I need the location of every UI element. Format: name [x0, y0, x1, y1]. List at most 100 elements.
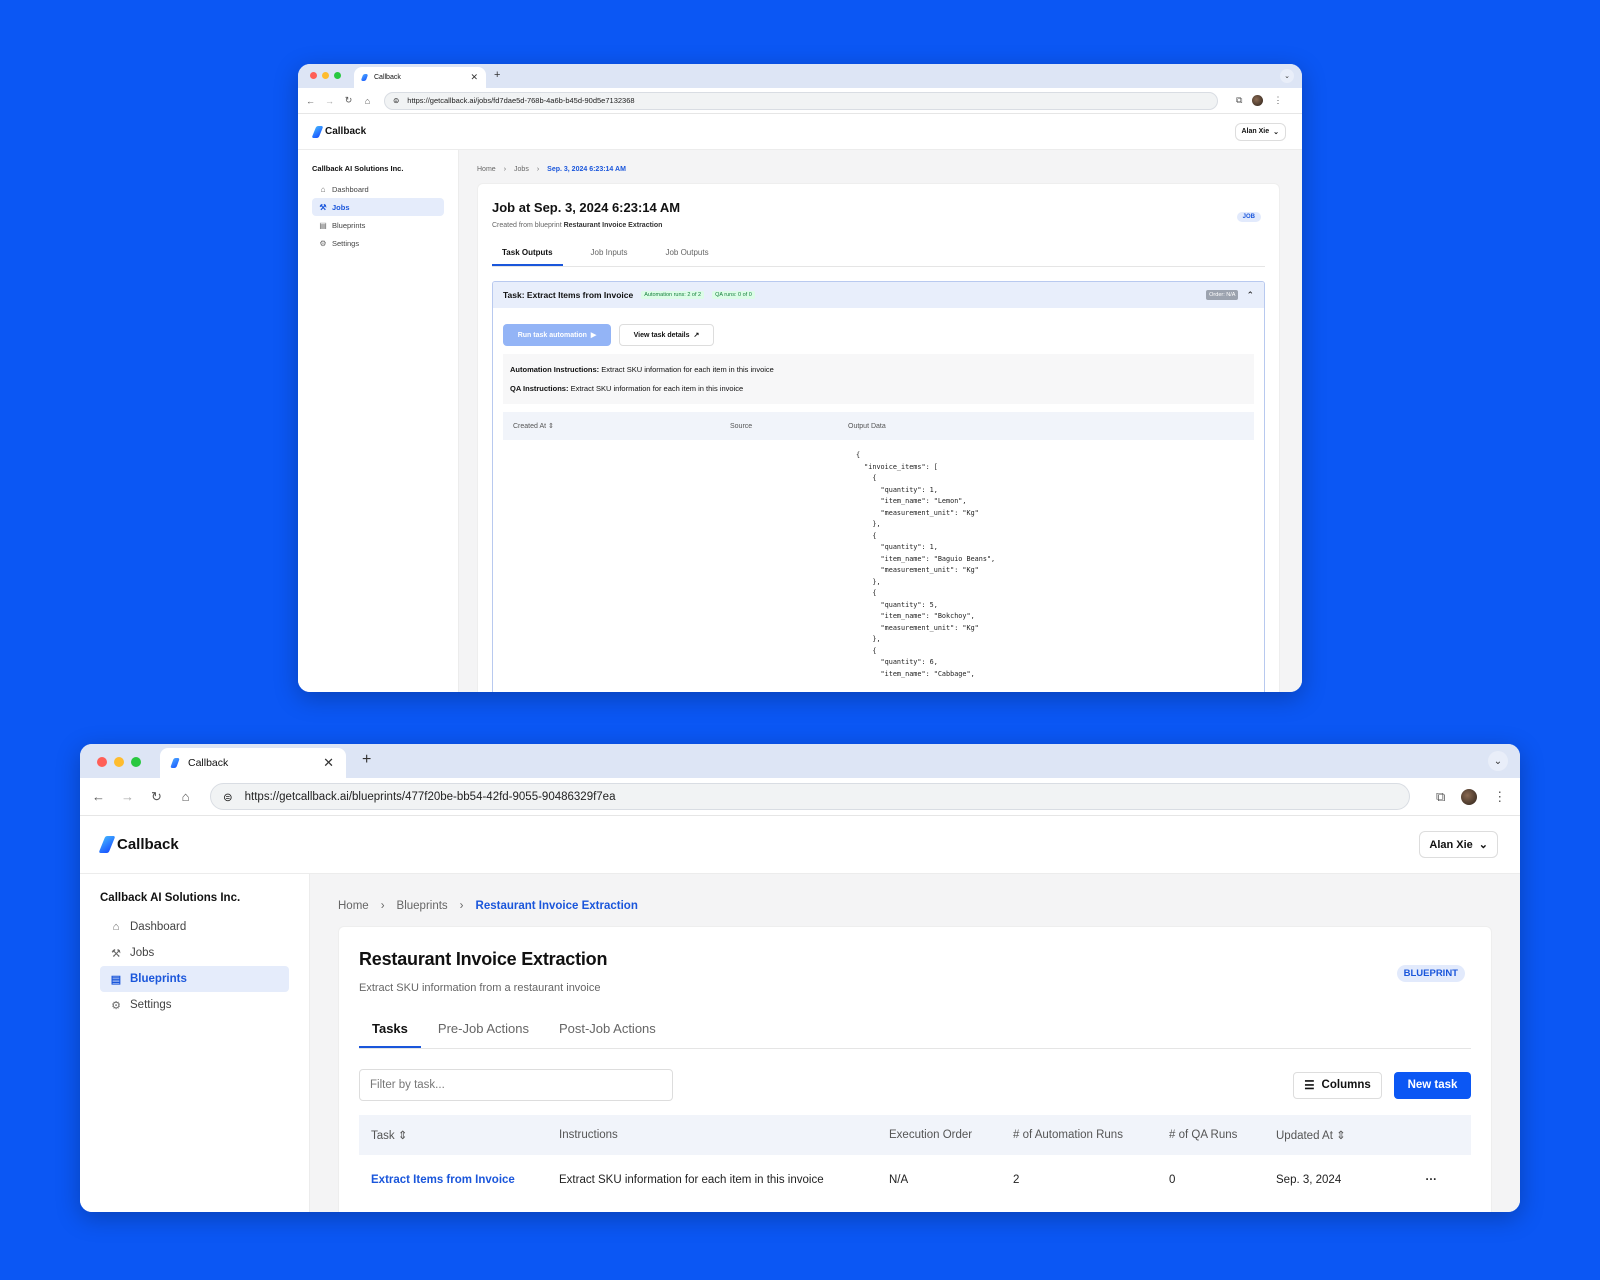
sort-icon[interactable]: ⇕	[1336, 1130, 1346, 1142]
new-tab-icon[interactable]: +	[362, 751, 371, 769]
breadcrumb: Home › Jobs › Sep. 3, 2024 6:23:14 AM	[477, 166, 1280, 173]
view-task-details-button[interactable]: View task details ↗	[619, 324, 714, 346]
reload-icon[interactable]: ↻	[150, 789, 163, 805]
sidebar-item-label: Settings	[332, 238, 360, 248]
tab-task-outputs[interactable]: Task Outputs	[492, 243, 563, 266]
sidebar-item-dashboard[interactable]: ⌂ Dashboard	[100, 914, 289, 940]
tab-job-inputs[interactable]: Job Inputs	[581, 243, 638, 266]
task-link[interactable]: Extract Items from Invoice	[371, 1174, 559, 1186]
column-label: Updated At	[1276, 1130, 1333, 1142]
subtitle-prefix: Created from blueprint	[492, 222, 562, 229]
sidebar-item-jobs[interactable]: ⚒ Jobs	[312, 198, 444, 216]
user-menu-button[interactable]: Alan Xie ⌄	[1234, 122, 1286, 141]
home-browser-icon[interactable]: ⌂	[363, 96, 372, 106]
maximize-window-button[interactable]	[131, 757, 141, 767]
favicon-icon	[170, 758, 180, 768]
tab-bar: Task Outputs Job Inputs Job Outputs	[492, 243, 1265, 267]
new-tab-icon[interactable]: +	[494, 69, 500, 81]
sidebar-item-label: Settings	[130, 999, 172, 1011]
forward-icon[interactable]: →	[325, 96, 334, 106]
browser-tab[interactable]: Callback ✕	[160, 748, 346, 778]
url-text: https://getcallback.ai/blueprints/477f20…	[244, 790, 616, 803]
breadcrumb-jobs[interactable]: Jobs	[514, 166, 529, 173]
tab-search-chevron-icon[interactable]: ⌄	[1488, 751, 1508, 771]
blueprint-card: Restaurant Invoice Extraction Extract SK…	[338, 926, 1492, 1212]
logo-text: Callback	[325, 126, 367, 137]
app-logo[interactable]: Callback	[98, 836, 179, 853]
address-bar[interactable]: ⊜ https://getcallback.ai/blueprints/477f…	[210, 783, 1410, 810]
breadcrumb-blueprints[interactable]: Blueprints	[397, 900, 448, 912]
close-window-button[interactable]	[310, 72, 317, 79]
forward-icon[interactable]: →	[121, 789, 134, 804]
browser-menu-icon[interactable]: ⋮	[1493, 789, 1506, 805]
filter-task-input[interactable]	[359, 1069, 673, 1101]
new-task-button[interactable]: New task	[1394, 1071, 1471, 1099]
extensions-icon[interactable]: ⧉	[1436, 789, 1445, 805]
tab-post-job-actions[interactable]: Post-Job Actions	[546, 1012, 669, 1048]
sidebar-item-jobs[interactable]: ⚒ Jobs	[100, 940, 289, 966]
browser-menu-icon[interactable]: ⋮	[1273, 95, 1282, 106]
page-title: Restaurant Invoice Extraction	[359, 949, 608, 969]
sidebar-item-settings[interactable]: ⚙ Settings	[100, 992, 289, 1018]
tab-bar: Tasks Pre-Job Actions Post-Job Actions	[359, 1012, 1471, 1049]
row-menu-icon[interactable]: ···	[1396, 1174, 1459, 1186]
button-label: View task details	[633, 331, 690, 339]
site-info-icon[interactable]: ⊜	[223, 790, 233, 804]
table-controls: ☰ Columns New task	[359, 1069, 1471, 1101]
org-name: Callback AI Solutions Inc.	[100, 892, 241, 904]
sidebar-item-dashboard[interactable]: ⌂ Dashboard	[312, 180, 444, 198]
breadcrumb-home[interactable]: Home	[338, 900, 369, 912]
user-name: Alan Xie	[1241, 128, 1270, 135]
column-task[interactable]: Task ⇕	[371, 1128, 559, 1142]
org-name: Callback AI Solutions Inc.	[312, 164, 404, 173]
sidebar: Callback AI Solutions Inc. ⌂ Dashboard ⚒ J…	[298, 150, 459, 692]
close-tab-icon[interactable]: ✕	[323, 755, 334, 771]
main-content: Home › Blueprints › Restaurant Invoice E…	[310, 874, 1520, 1212]
maximize-window-button[interactable]	[334, 72, 341, 79]
sidebar-item-blueprints[interactable]: ▤ Blueprints	[312, 216, 444, 234]
back-icon[interactable]: ←	[306, 96, 315, 106]
page-title: Job at Sep. 3, 2024 6:23:14 AM	[492, 200, 681, 215]
column-created-at[interactable]: Created At ⇕	[513, 422, 730, 430]
address-bar[interactable]: ⊜ https://getcallback.ai/jobs/fd7dae5d-7…	[384, 91, 1218, 110]
sort-icon[interactable]: ⇕	[398, 1130, 408, 1142]
page-subtitle: Created from blueprint Restaurant Invoic…	[492, 222, 1265, 229]
browser-tab[interactable]: Callback ✕	[354, 67, 486, 88]
minimize-window-button[interactable]	[114, 757, 124, 767]
run-task-automation-button[interactable]: Run task automation ▶	[503, 324, 611, 346]
site-info-icon[interactable]: ⊜	[393, 96, 399, 105]
close-window-button[interactable]	[97, 757, 107, 767]
main-content: Home › Jobs › Sep. 3, 2024 6:23:14 AM Jo…	[459, 150, 1302, 692]
tab-search-chevron-icon[interactable]: ⌄	[1280, 69, 1294, 83]
tab-job-outputs[interactable]: Job Outputs	[655, 243, 718, 266]
columns-button[interactable]: ☰ Columns	[1293, 1071, 1382, 1099]
sidebar-item-label: Dashboard	[332, 184, 369, 194]
chevron-up-icon[interactable]: ⌃	[1246, 290, 1254, 301]
minimize-window-button[interactable]	[322, 72, 329, 79]
profile-avatar[interactable]	[1252, 95, 1264, 106]
close-tab-icon[interactable]: ✕	[470, 72, 478, 83]
app-header: Callback Alan Xie ⌄	[298, 114, 1302, 150]
browser-window-job: Callback ✕ + ⌄ ← → ↻ ⌂ ⊜ https://getcall…	[298, 64, 1302, 692]
output-json: { "invoice_items": [ { "quantity": 1, "i…	[856, 451, 996, 678]
tab-pre-job-actions[interactable]: Pre-Job Actions	[425, 1012, 542, 1048]
task-panel-header[interactable]: Task: Extract Items from Invoice Automat…	[493, 282, 1264, 308]
sidebar-item-blueprints[interactable]: ▤ Blueprints	[100, 966, 289, 992]
browser-toolbar: ← → ↻ ⌂ ⊜ https://getcallback.ai/jobs/fd…	[298, 88, 1302, 114]
back-icon[interactable]: ←	[92, 789, 105, 804]
profile-avatar[interactable]	[1461, 788, 1478, 805]
breadcrumb-home[interactable]: Home	[477, 166, 496, 173]
sidebar-item-settings[interactable]: ⚙ Settings	[312, 234, 444, 252]
column-automation-runs: # of Automation Runs	[1013, 1129, 1123, 1141]
sort-icon[interactable]: ⇕	[548, 423, 554, 430]
table-row[interactable]: Extract Items from Invoice Extract SKU i…	[359, 1155, 1471, 1205]
reload-icon[interactable]: ↻	[344, 95, 353, 106]
qa-runs-badge: QA runs: 0 of 0	[712, 291, 755, 299]
tab-tasks[interactable]: Tasks	[359, 1012, 421, 1048]
user-menu-button[interactable]: Alan Xie ⌄	[1419, 831, 1498, 858]
extensions-icon[interactable]: ⧉	[1236, 95, 1242, 106]
breadcrumb-current: Sep. 3, 2024 6:23:14 AM	[547, 166, 626, 173]
app-logo[interactable]: Callback	[311, 125, 367, 138]
column-updated-at[interactable]: Updated At ⇕	[1276, 1128, 1396, 1142]
home-browser-icon[interactable]: ⌂	[179, 789, 192, 804]
